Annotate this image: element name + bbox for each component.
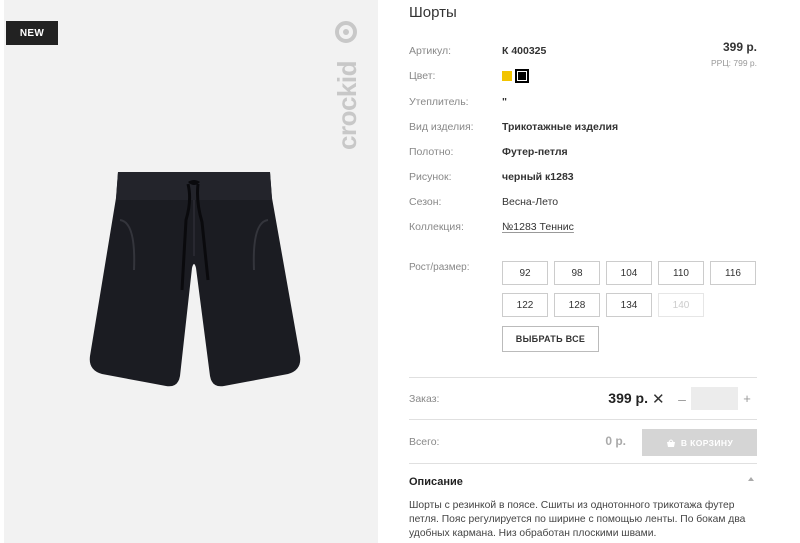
quantity-input[interactable]: [691, 387, 738, 410]
spec-value: ": [502, 96, 507, 108]
spec-value: Трикотажные изделия: [502, 121, 619, 133]
brand-logo: crockid: [332, 21, 362, 150]
brand-logo-text: crockid: [332, 61, 362, 150]
spec-label: Вид изделия:: [409, 121, 474, 133]
size-option[interactable]: 98: [554, 261, 600, 285]
spec-fabric: Полотно: Футер-петля: [409, 143, 759, 161]
description-text: Шорты с резинкой в поясе. Сшиты из однот…: [409, 500, 746, 539]
description-heading[interactable]: Описание: [409, 476, 463, 488]
new-badge: NEW: [6, 21, 58, 45]
quantity-minus-button[interactable]: –: [675, 391, 689, 407]
spec-label: Цвет:: [409, 70, 436, 82]
divider: [409, 377, 757, 378]
spec-color: Цвет:: [409, 67, 759, 85]
basket-icon: [666, 439, 675, 447]
spec-pattern: Рисунок: черный к1283: [409, 168, 759, 186]
spec-value: Весна-Лето: [502, 196, 559, 208]
size-option[interactable]: 116: [710, 261, 756, 285]
size-option[interactable]: 122: [502, 293, 548, 317]
spec-label: Коллекция:: [409, 221, 464, 233]
product-gallery: NEW crockid: [4, 0, 378, 543]
order-label: Заказ:: [409, 393, 440, 405]
size-option-disabled: 140: [658, 293, 704, 317]
spec-label: Утеплитель:: [409, 96, 469, 108]
size-option[interactable]: 134: [606, 293, 652, 317]
spec-product-type: Вид изделия: Трикотажные изделия: [409, 118, 759, 136]
product-title: Шорты: [409, 4, 457, 21]
select-all-button[interactable]: ВЫБРАТЬ ВСЕ: [502, 326, 599, 352]
color-swatches: [502, 70, 528, 82]
spec-value: черный к1283: [502, 171, 574, 183]
color-swatch-yellow[interactable]: [502, 71, 512, 81]
divider: [409, 463, 757, 464]
divider: [409, 419, 757, 420]
product-image[interactable]: [74, 160, 314, 400]
color-swatch-black[interactable]: [516, 70, 528, 82]
spec-label: Полотно:: [409, 146, 454, 158]
add-to-cart-button[interactable]: В КОРЗИНУ: [642, 429, 757, 456]
spec-label: Артикул:: [409, 45, 452, 57]
collection-link[interactable]: №1283 Теннис: [502, 221, 574, 233]
size-option[interactable]: 110: [658, 261, 704, 285]
size-option[interactable]: 128: [554, 293, 600, 317]
size-option[interactable]: 92: [502, 261, 548, 285]
spec-value: К 400325: [502, 45, 547, 57]
chevron-up-icon[interactable]: [746, 474, 756, 484]
total-label: Всего:: [409, 436, 440, 448]
spec-season: Сезон: Весна-Лето: [409, 193, 759, 211]
size-option[interactable]: 104: [606, 261, 652, 285]
times-icon: ✕: [652, 391, 665, 408]
spec-label: Сезон:: [409, 196, 442, 208]
spec-value: Футер-петля: [502, 146, 568, 158]
price: 399 р.: [722, 40, 757, 54]
spec-insulation: Утеплитель: ": [409, 93, 759, 111]
size-label: Рост/размер:: [409, 262, 470, 273]
spec-collection: Коллекция: №1283 Теннис: [409, 218, 759, 236]
spec-label: Рисунок:: [409, 171, 452, 183]
add-to-cart-label: В КОРЗИНУ: [680, 437, 734, 448]
total-value: 0 р.: [605, 434, 626, 448]
quantity-plus-button[interactable]: +: [740, 391, 754, 406]
order-price: 399 р.: [608, 390, 648, 406]
